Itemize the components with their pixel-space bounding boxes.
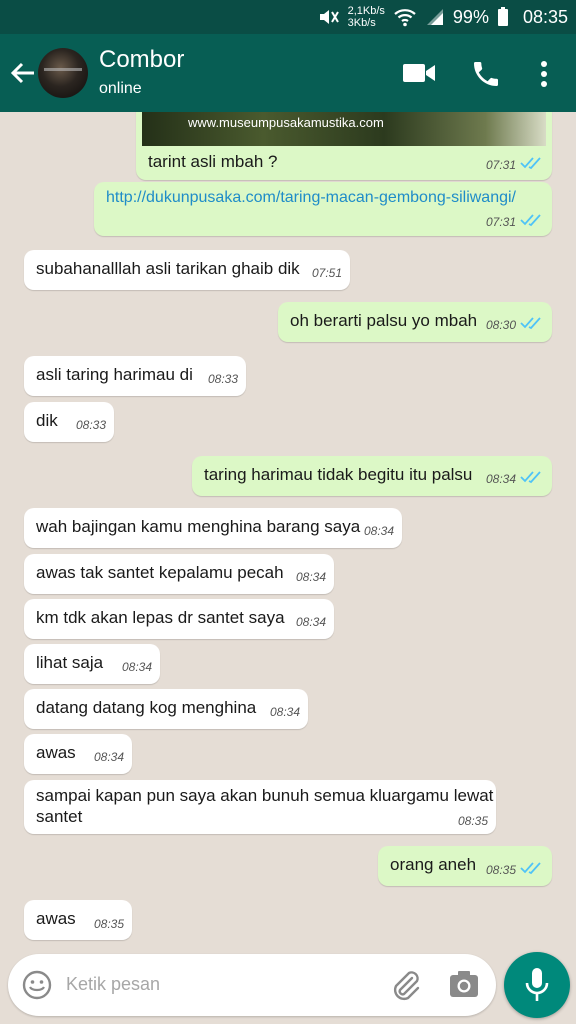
emoji-icon[interactable] [21, 969, 53, 1001]
phone-icon[interactable] [470, 58, 502, 90]
camera-icon[interactable] [448, 970, 480, 1000]
message-time: 08:34 [94, 750, 125, 764]
message-bubble-outgoing[interactable]: http://dukunpusaka.com/taring-macan-gemb… [94, 182, 552, 236]
clock: 08:35 [522, 6, 568, 27]
message-bubble-incoming[interactable]: lihat saja 08:34 [24, 644, 160, 684]
read-receipt-icon [520, 214, 541, 227]
message-bubble-outgoing[interactable]: oh berarti palsu yo mbah 08:30 [278, 302, 552, 342]
message-time: 07:31 [486, 215, 517, 229]
message-bubble-incoming[interactable]: datang datang kog menghina 08:34 [24, 689, 308, 729]
message-text: oh berarti palsu yo mbah [290, 311, 478, 330]
message-text: lihat saja [36, 653, 104, 672]
message-time: 08:35 [94, 917, 125, 931]
message-text: datang datang kog menghina [36, 698, 257, 717]
paperclip-icon[interactable] [388, 968, 422, 1002]
message-bubble-outgoing[interactable]: orang aneh 08:35 [378, 846, 552, 886]
message-bubble-incoming[interactable]: asli taring harimau di 08:33 [24, 356, 246, 396]
message-link[interactable]: http://dukunpusaka.com/taring-macan-gemb… [106, 189, 516, 207]
network-speed: 2,1Kb/s 3Kb/s [347, 5, 385, 29]
more-options-icon[interactable] [536, 58, 552, 90]
message-text: awas [36, 909, 76, 928]
video-call-icon[interactable] [402, 60, 436, 86]
message-time: 08:34 [122, 660, 153, 674]
chat-area[interactable]: www.museumpusakamustika.com tarint asli … [0, 112, 576, 946]
read-receipt-icon [520, 862, 541, 875]
shared-image[interactable]: www.museumpusakamustika.com [142, 112, 546, 146]
message-time: 08:33 [208, 372, 239, 386]
battery-percentage: 99% [452, 6, 489, 27]
message-time: 08:34 [296, 570, 327, 584]
signal-icon [426, 9, 443, 25]
message-bubble-incoming[interactable]: wah bajingan kamu menghina barang saya 0… [24, 508, 402, 548]
message-bubble-incoming[interactable]: awas 08:34 [24, 734, 132, 774]
message-bubble-incoming[interactable]: awas tak santet kepalamu pecah 08:34 [24, 554, 334, 594]
message-time: 08:35 [458, 814, 489, 828]
message-bubble-image[interactable]: www.museumpusakamustika.com tarint asli … [136, 112, 552, 180]
contact-status: online [99, 80, 142, 97]
message-input[interactable]: Ketik pesan [66, 974, 160, 995]
status-bar: 2,1Kb/s 3Kb/s 99% 08:35 [0, 0, 576, 34]
message-time: 07:51 [312, 266, 343, 280]
message-text: awas [36, 743, 76, 762]
message-time: 08:34 [296, 615, 327, 629]
back-arrow-icon[interactable] [10, 60, 36, 86]
message-time: 08:33 [76, 418, 107, 432]
mute-icon [319, 10, 339, 24]
message-text: awas tak santet kepalamu pecah [36, 563, 284, 582]
message-text: tarint asli mbah ? [148, 152, 278, 171]
microphone-icon [525, 968, 549, 1001]
message-text: km tdk akan lepas dr santet saya [36, 608, 285, 627]
message-text: subahanalllah asli tarikan ghaib dik [36, 259, 300, 278]
read-receipt-icon [520, 471, 541, 484]
image-watermark: www.museumpusakamustika.com [188, 115, 384, 130]
message-text: wah bajingan kamu menghina barang saya [36, 517, 361, 536]
message-bubble-incoming[interactable]: km tdk akan lepas dr santet saya 08:34 [24, 599, 334, 639]
voice-message-button[interactable] [504, 952, 570, 1018]
battery-icon [497, 7, 508, 26]
wifi-icon [394, 9, 416, 27]
chat-header: Combor online [0, 34, 576, 112]
message-bubble-outgoing[interactable]: taring harimau tidak begitu itu palsu 08… [192, 456, 552, 496]
message-time: 08:35 [486, 863, 517, 877]
message-bubble-incoming[interactable]: sampai kapan pun saya akan bunuh semua k… [24, 780, 496, 834]
message-text: asli taring harimau di [36, 365, 193, 384]
message-text: orang aneh [390, 855, 477, 874]
message-time: 08:34 [270, 705, 301, 719]
message-text-line: sampai kapan pun saya akan bunuh semua k… [36, 786, 494, 805]
message-bubble-incoming[interactable]: dik 08:33 [24, 402, 114, 442]
message-time: 08:34 [364, 524, 395, 538]
message-time: 08:34 [486, 472, 517, 486]
message-text-line: santet [36, 807, 83, 826]
message-bubble-incoming[interactable]: subahanalllah asli tarikan ghaib dik 07:… [24, 250, 350, 290]
message-text: dik [36, 411, 58, 430]
message-time: 07:31 [486, 158, 517, 172]
message-input-bar: Ketik pesan [8, 954, 496, 1016]
contact-name[interactable]: Combor [99, 46, 184, 74]
read-receipt-icon [520, 157, 541, 170]
avatar[interactable] [38, 48, 88, 98]
message-time: 08:30 [486, 318, 517, 332]
read-receipt-icon [520, 317, 541, 330]
message-text: taring harimau tidak begitu itu palsu [204, 465, 473, 484]
message-bubble-incoming[interactable]: awas 08:35 [24, 900, 132, 940]
